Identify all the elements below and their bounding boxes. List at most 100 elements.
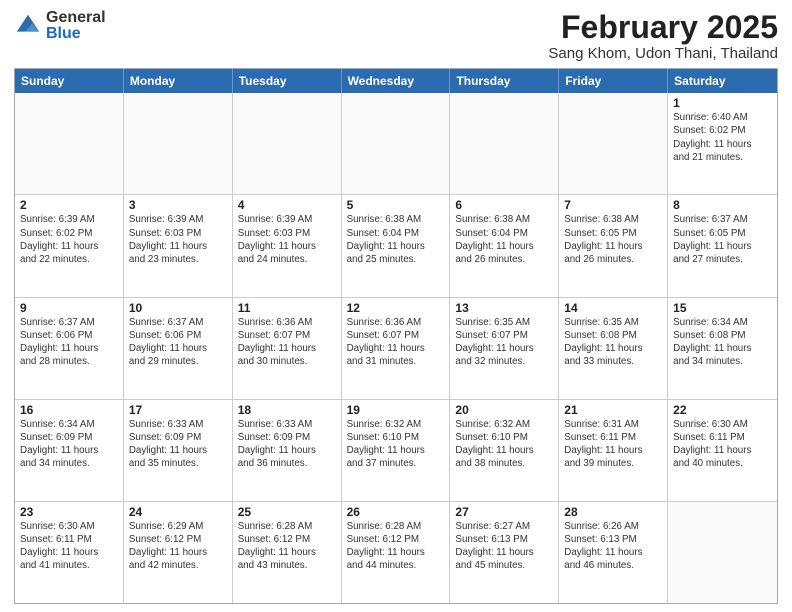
cal-cell-week2-day2: 3Sunrise: 6:39 AM Sunset: 6:03 PM Daylig… bbox=[124, 195, 233, 296]
day-number: 9 bbox=[20, 301, 118, 315]
day-info: Sunrise: 6:29 AM Sunset: 6:12 PM Dayligh… bbox=[129, 520, 227, 573]
day-number: 21 bbox=[564, 403, 662, 417]
cal-cell-week2-day5: 6Sunrise: 6:38 AM Sunset: 6:04 PM Daylig… bbox=[450, 195, 559, 296]
day-number: 11 bbox=[238, 301, 336, 315]
day-info: Sunrise: 6:39 AM Sunset: 6:02 PM Dayligh… bbox=[20, 213, 118, 266]
day-info: Sunrise: 6:37 AM Sunset: 6:05 PM Dayligh… bbox=[673, 213, 772, 266]
day-number: 26 bbox=[347, 505, 445, 519]
cal-cell-week3-day1: 9Sunrise: 6:37 AM Sunset: 6:06 PM Daylig… bbox=[15, 298, 124, 399]
cal-cell-week5-day2: 24Sunrise: 6:29 AM Sunset: 6:12 PM Dayli… bbox=[124, 502, 233, 603]
day-number: 5 bbox=[347, 198, 445, 212]
cal-cell-week4-day6: 21Sunrise: 6:31 AM Sunset: 6:11 PM Dayli… bbox=[559, 400, 668, 501]
cal-cell-week4-day2: 17Sunrise: 6:33 AM Sunset: 6:09 PM Dayli… bbox=[124, 400, 233, 501]
cal-cell-week5-day4: 26Sunrise: 6:28 AM Sunset: 6:12 PM Dayli… bbox=[342, 502, 451, 603]
day-info: Sunrise: 6:38 AM Sunset: 6:04 PM Dayligh… bbox=[347, 213, 445, 266]
cal-cell-week1-day3 bbox=[233, 93, 342, 194]
calendar: SundayMondayTuesdayWednesdayThursdayFrid… bbox=[14, 68, 778, 604]
day-number: 15 bbox=[673, 301, 772, 315]
header: General Blue February 2025 Sang Khom, Ud… bbox=[14, 10, 778, 62]
cal-row-5: 23Sunrise: 6:30 AM Sunset: 6:11 PM Dayli… bbox=[15, 501, 777, 603]
logo-text: General Blue bbox=[46, 10, 106, 42]
day-info: Sunrise: 6:40 AM Sunset: 6:02 PM Dayligh… bbox=[673, 111, 772, 164]
day-number: 28 bbox=[564, 505, 662, 519]
cal-cell-week2-day4: 5Sunrise: 6:38 AM Sunset: 6:04 PM Daylig… bbox=[342, 195, 451, 296]
cal-cell-week2-day1: 2Sunrise: 6:39 AM Sunset: 6:02 PM Daylig… bbox=[15, 195, 124, 296]
day-info: Sunrise: 6:26 AM Sunset: 6:13 PM Dayligh… bbox=[564, 520, 662, 573]
cal-cell-week4-day5: 20Sunrise: 6:32 AM Sunset: 6:10 PM Dayli… bbox=[450, 400, 559, 501]
day-number: 2 bbox=[20, 198, 118, 212]
cal-row-3: 9Sunrise: 6:37 AM Sunset: 6:06 PM Daylig… bbox=[15, 297, 777, 399]
cal-cell-week1-day4 bbox=[342, 93, 451, 194]
day-number: 1 bbox=[673, 96, 772, 110]
cal-cell-week1-day1 bbox=[15, 93, 124, 194]
month-title: February 2025 bbox=[548, 10, 778, 45]
day-info: Sunrise: 6:33 AM Sunset: 6:09 PM Dayligh… bbox=[129, 418, 227, 471]
cal-header-friday: Friday bbox=[559, 69, 668, 93]
day-number: 4 bbox=[238, 198, 336, 212]
day-number: 10 bbox=[129, 301, 227, 315]
cal-cell-week3-day3: 11Sunrise: 6:36 AM Sunset: 6:07 PM Dayli… bbox=[233, 298, 342, 399]
day-info: Sunrise: 6:38 AM Sunset: 6:04 PM Dayligh… bbox=[455, 213, 553, 266]
cal-cell-week1-day7: 1Sunrise: 6:40 AM Sunset: 6:02 PM Daylig… bbox=[668, 93, 777, 194]
day-number: 24 bbox=[129, 505, 227, 519]
cal-header-tuesday: Tuesday bbox=[233, 69, 342, 93]
day-number: 17 bbox=[129, 403, 227, 417]
day-info: Sunrise: 6:36 AM Sunset: 6:07 PM Dayligh… bbox=[347, 316, 445, 369]
day-info: Sunrise: 6:32 AM Sunset: 6:10 PM Dayligh… bbox=[455, 418, 553, 471]
day-info: Sunrise: 6:34 AM Sunset: 6:08 PM Dayligh… bbox=[673, 316, 772, 369]
logo-blue-text: Blue bbox=[46, 26, 106, 42]
day-number: 22 bbox=[673, 403, 772, 417]
cal-header-thursday: Thursday bbox=[450, 69, 559, 93]
day-number: 27 bbox=[455, 505, 553, 519]
cal-cell-week2-day6: 7Sunrise: 6:38 AM Sunset: 6:05 PM Daylig… bbox=[559, 195, 668, 296]
cal-cell-week4-day3: 18Sunrise: 6:33 AM Sunset: 6:09 PM Dayli… bbox=[233, 400, 342, 501]
day-number: 18 bbox=[238, 403, 336, 417]
day-number: 8 bbox=[673, 198, 772, 212]
day-number: 16 bbox=[20, 403, 118, 417]
day-number: 14 bbox=[564, 301, 662, 315]
cal-cell-week4-day1: 16Sunrise: 6:34 AM Sunset: 6:09 PM Dayli… bbox=[15, 400, 124, 501]
day-info: Sunrise: 6:33 AM Sunset: 6:09 PM Dayligh… bbox=[238, 418, 336, 471]
cal-cell-week2-day7: 8Sunrise: 6:37 AM Sunset: 6:05 PM Daylig… bbox=[668, 195, 777, 296]
cal-cell-week1-day2 bbox=[124, 93, 233, 194]
cal-header-sunday: Sunday bbox=[15, 69, 124, 93]
day-info: Sunrise: 6:28 AM Sunset: 6:12 PM Dayligh… bbox=[238, 520, 336, 573]
cal-cell-week1-day6 bbox=[559, 93, 668, 194]
calendar-body: 1Sunrise: 6:40 AM Sunset: 6:02 PM Daylig… bbox=[15, 93, 777, 603]
cal-header-saturday: Saturday bbox=[668, 69, 777, 93]
logo: General Blue bbox=[14, 10, 106, 42]
day-info: Sunrise: 6:32 AM Sunset: 6:10 PM Dayligh… bbox=[347, 418, 445, 471]
day-info: Sunrise: 6:38 AM Sunset: 6:05 PM Dayligh… bbox=[564, 213, 662, 266]
day-number: 3 bbox=[129, 198, 227, 212]
cal-cell-week5-day1: 23Sunrise: 6:30 AM Sunset: 6:11 PM Dayli… bbox=[15, 502, 124, 603]
cal-header-wednesday: Wednesday bbox=[342, 69, 451, 93]
location: Sang Khom, Udon Thani, Thailand bbox=[548, 45, 778, 62]
day-info: Sunrise: 6:39 AM Sunset: 6:03 PM Dayligh… bbox=[238, 213, 336, 266]
day-number: 20 bbox=[455, 403, 553, 417]
day-info: Sunrise: 6:37 AM Sunset: 6:06 PM Dayligh… bbox=[20, 316, 118, 369]
day-info: Sunrise: 6:36 AM Sunset: 6:07 PM Dayligh… bbox=[238, 316, 336, 369]
cal-cell-week5-day6: 28Sunrise: 6:26 AM Sunset: 6:13 PM Dayli… bbox=[559, 502, 668, 603]
day-info: Sunrise: 6:31 AM Sunset: 6:11 PM Dayligh… bbox=[564, 418, 662, 471]
logo-general-text: General bbox=[46, 10, 106, 26]
day-number: 13 bbox=[455, 301, 553, 315]
day-info: Sunrise: 6:27 AM Sunset: 6:13 PM Dayligh… bbox=[455, 520, 553, 573]
cal-cell-week5-day5: 27Sunrise: 6:27 AM Sunset: 6:13 PM Dayli… bbox=[450, 502, 559, 603]
cal-cell-week3-day2: 10Sunrise: 6:37 AM Sunset: 6:06 PM Dayli… bbox=[124, 298, 233, 399]
day-number: 25 bbox=[238, 505, 336, 519]
day-info: Sunrise: 6:34 AM Sunset: 6:09 PM Dayligh… bbox=[20, 418, 118, 471]
cal-row-4: 16Sunrise: 6:34 AM Sunset: 6:09 PM Dayli… bbox=[15, 399, 777, 501]
day-info: Sunrise: 6:28 AM Sunset: 6:12 PM Dayligh… bbox=[347, 520, 445, 573]
cal-cell-week3-day7: 15Sunrise: 6:34 AM Sunset: 6:08 PM Dayli… bbox=[668, 298, 777, 399]
cal-cell-week4-day7: 22Sunrise: 6:30 AM Sunset: 6:11 PM Dayli… bbox=[668, 400, 777, 501]
day-number: 7 bbox=[564, 198, 662, 212]
logo-icon bbox=[14, 12, 42, 40]
cal-cell-week5-day3: 25Sunrise: 6:28 AM Sunset: 6:12 PM Dayli… bbox=[233, 502, 342, 603]
day-number: 19 bbox=[347, 403, 445, 417]
calendar-header: SundayMondayTuesdayWednesdayThursdayFrid… bbox=[15, 69, 777, 93]
cal-row-1: 1Sunrise: 6:40 AM Sunset: 6:02 PM Daylig… bbox=[15, 93, 777, 194]
cal-row-2: 2Sunrise: 6:39 AM Sunset: 6:02 PM Daylig… bbox=[15, 194, 777, 296]
day-number: 6 bbox=[455, 198, 553, 212]
day-number: 23 bbox=[20, 505, 118, 519]
day-info: Sunrise: 6:37 AM Sunset: 6:06 PM Dayligh… bbox=[129, 316, 227, 369]
